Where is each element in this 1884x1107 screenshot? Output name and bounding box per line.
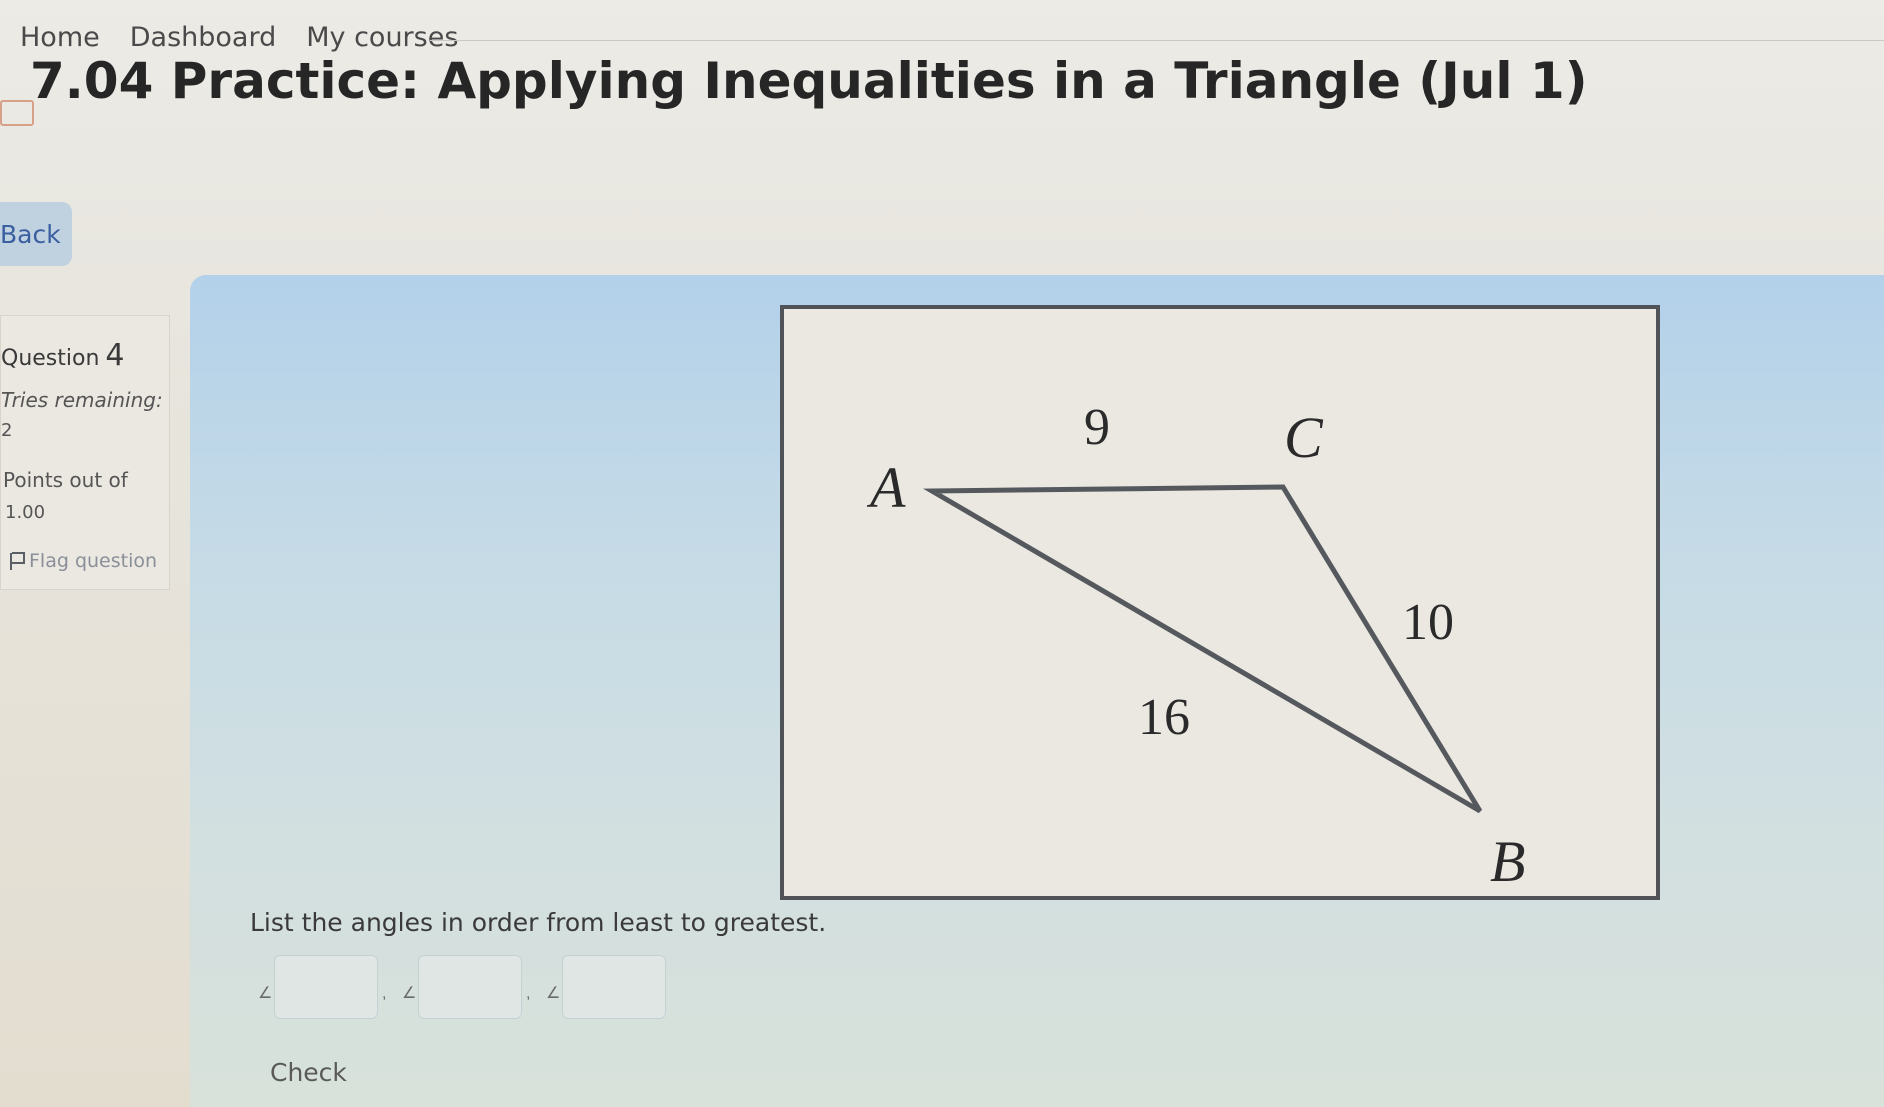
- vertex-a-label: A: [866, 455, 906, 520]
- nav-my-courses-link[interactable]: My courses: [306, 22, 458, 53]
- angle-symbol-2: ∠: [402, 983, 417, 1002]
- tries-remaining-label: Tries remaining:: [1, 388, 163, 412]
- points-label: Points out of: [3, 468, 128, 492]
- vertex-b-label: B: [1490, 829, 1525, 894]
- angle-symbol-3: ∠: [546, 983, 561, 1002]
- check-button[interactable]: Check: [270, 1050, 360, 1094]
- vertex-c-label: C: [1284, 405, 1324, 470]
- question-label-text: Question: [1, 346, 100, 371]
- page-title: 7.04 Practice: Applying Inequalities in …: [30, 52, 1588, 110]
- flag-question-button[interactable]: Flag question: [9, 550, 157, 572]
- quiz-icon: [0, 100, 34, 126]
- tries-remaining-value: 2: [1, 420, 13, 441]
- answer-input-3[interactable]: [562, 955, 666, 1019]
- side-cb-label: 10: [1402, 594, 1454, 651]
- back-button[interactable]: Back: [0, 202, 72, 266]
- triangle-diagram: A C B 9 10 16: [866, 399, 1525, 894]
- answer-input-1[interactable]: [274, 955, 378, 1019]
- nav-home-link[interactable]: Home: [20, 22, 100, 53]
- flag-question-label: Flag question: [29, 550, 158, 572]
- triangle-shape: [922, 484, 1483, 814]
- answer-input-2[interactable]: [418, 955, 522, 1019]
- nav-dashboard-link[interactable]: Dashboard: [130, 22, 276, 53]
- question-prompt: List the angles in order from least to g…: [250, 908, 827, 937]
- separator-1: ,: [382, 985, 387, 1002]
- separator-2: ,: [526, 985, 531, 1002]
- triangle-figure: A C B 9 10 16: [780, 305, 1660, 900]
- question-info-panel: Question 4 Tries remaining: 2 Points out …: [0, 315, 170, 590]
- question-number: 4: [105, 338, 125, 373]
- flag-icon: [10, 552, 25, 570]
- nav-divider: [430, 40, 1884, 41]
- side-ac-label: 9: [1084, 399, 1110, 456]
- angle-symbol-1: ∠: [258, 983, 273, 1002]
- question-label: Question 4: [1, 338, 125, 373]
- top-nav: Home Dashboard My courses: [20, 22, 458, 53]
- points-value: 1.00: [5, 502, 46, 523]
- side-ab-label: 16: [1138, 689, 1190, 746]
